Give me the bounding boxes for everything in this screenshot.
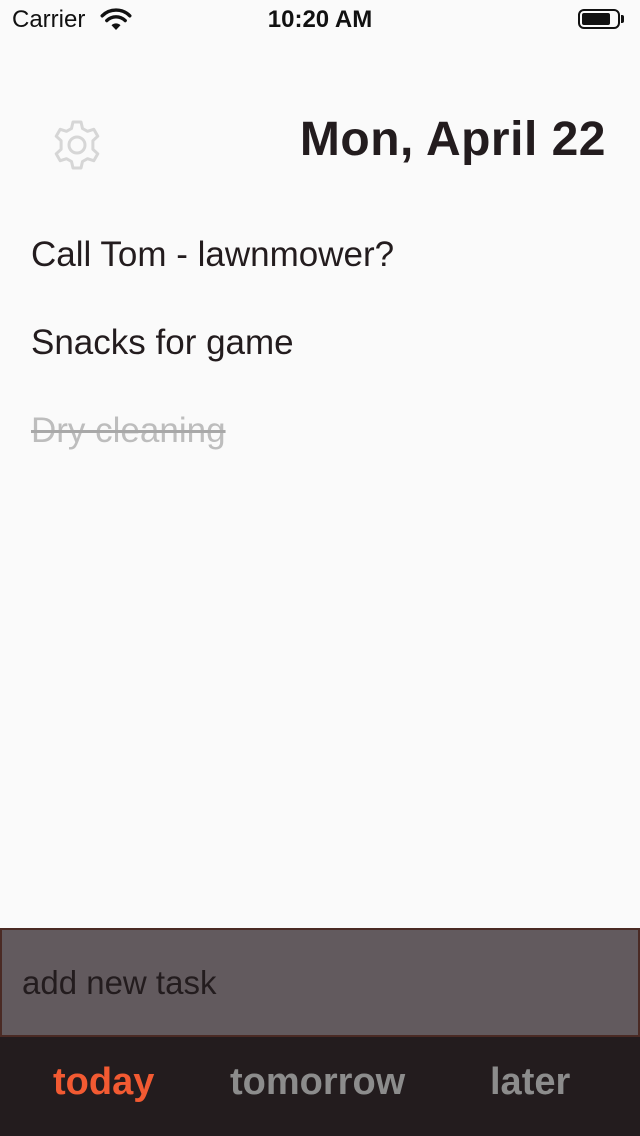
task-list: Call Tom - lawnmower? Snacks for game Dr… xyxy=(31,230,611,494)
task-item-completed[interactable]: Dry cleaning xyxy=(31,406,611,494)
add-task-input[interactable] xyxy=(0,928,640,1037)
tab-bar: today tomorrow later xyxy=(0,1037,640,1136)
battery-icon xyxy=(578,9,626,31)
status-bar: Carrier 10:20 AM xyxy=(0,0,640,40)
settings-button[interactable] xyxy=(48,116,106,174)
page-title: Mon, April 22 xyxy=(299,113,606,166)
tab-tomorrow[interactable]: tomorrow xyxy=(230,1061,405,1104)
tab-later[interactable]: later xyxy=(490,1061,570,1104)
task-item[interactable]: Call Tom - lawnmower? xyxy=(31,230,611,318)
tab-today[interactable]: today xyxy=(53,1061,154,1104)
status-time: 10:20 AM xyxy=(267,6,373,33)
gear-icon xyxy=(54,120,100,170)
task-item[interactable]: Snacks for game xyxy=(31,318,611,406)
